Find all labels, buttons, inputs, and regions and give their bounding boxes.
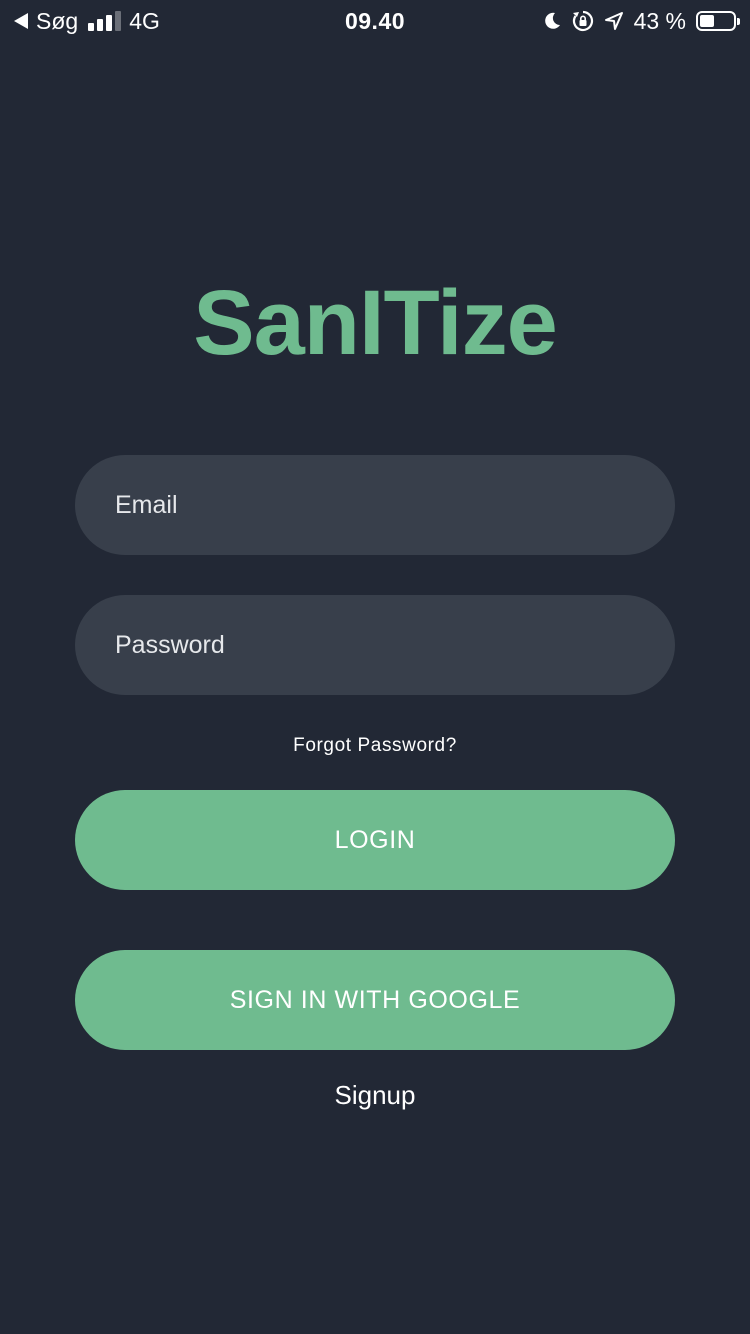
forgot-password-link[interactable]: Forgot Password? bbox=[0, 735, 750, 757]
google-sign-in-button[interactable]: SIGN IN WITH GOOGLE bbox=[75, 950, 675, 1050]
status-bar: Søg 4G 09.40 43 % bbox=[0, 0, 750, 42]
password-field[interactable] bbox=[75, 595, 675, 695]
app-title: SanITize bbox=[193, 272, 558, 374]
battery-level-fill bbox=[700, 15, 714, 27]
moon-icon bbox=[544, 12, 560, 29]
status-bar-right: 43 % bbox=[542, 7, 740, 34]
battery-percentage: 43 % bbox=[633, 7, 686, 34]
rotation-lock-icon bbox=[572, 10, 593, 32]
battery-icon bbox=[696, 11, 740, 31]
location-arrow-icon bbox=[604, 12, 623, 30]
email-field[interactable] bbox=[75, 455, 675, 555]
login-button[interactable]: LOGIN bbox=[75, 790, 675, 890]
signup-link[interactable]: Signup bbox=[0, 1080, 750, 1111]
